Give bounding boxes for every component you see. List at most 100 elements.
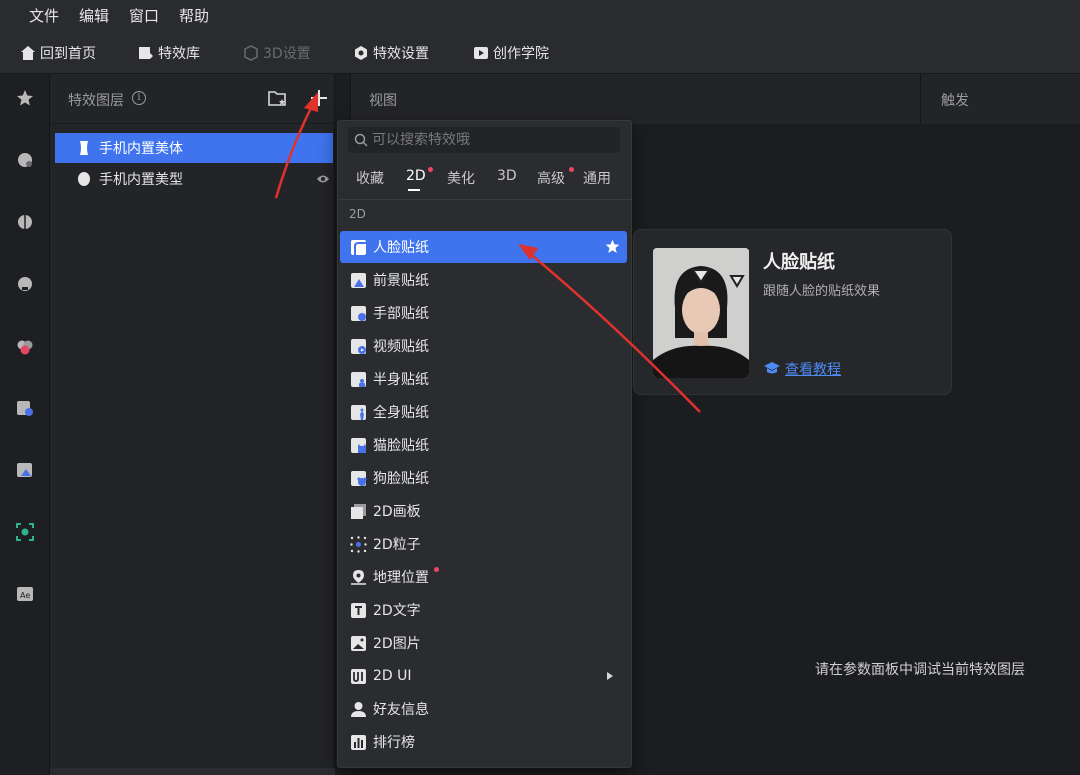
menu-item-label: 前景贴纸 [373, 273, 429, 289]
library-icon [139, 47, 153, 59]
tabs-divider [338, 199, 631, 200]
ui-icon [351, 668, 366, 684]
layers-title: 特效图层 [68, 93, 124, 109]
layer-item-face-shape[interactable]: 手机内置美型 [55, 164, 333, 194]
video-sticker-icon [351, 338, 366, 354]
tab-general[interactable]: 通用 [583, 168, 611, 188]
menu-file[interactable]: 文件 [29, 5, 59, 26]
menu-item-video-sticker[interactable]: 视频贴纸 [340, 330, 627, 362]
menu-bar: 文件 编辑 窗口 帮助 [0, 0, 1080, 30]
face-shape-icon[interactable] [15, 212, 35, 232]
add-folder-icon[interactable] [268, 89, 288, 107]
ae-icon[interactable]: Ae [15, 584, 35, 604]
effect-settings-label: 特效设置 [373, 46, 429, 62]
menu-item-label: 地理位置 [373, 570, 429, 586]
fullbody-sticker-icon [351, 404, 366, 420]
menu-item-2d-text[interactable]: 2D文字 [340, 594, 627, 626]
friend-icon [351, 701, 366, 717]
sticker-icon[interactable] [15, 398, 35, 418]
menu-item-label: 排行榜 [373, 735, 415, 751]
tab-beautify[interactable]: 美化 [447, 168, 475, 188]
view-title: 视图 [369, 93, 397, 109]
home-icon [21, 46, 35, 60]
tab-advanced-badge [569, 167, 574, 172]
new-badge [434, 567, 439, 572]
face-beauty-icon[interactable] [15, 150, 35, 170]
academy-label: 创作学院 [493, 46, 549, 62]
filter-icon[interactable] [15, 336, 35, 356]
menu-item-friend-info[interactable]: 好友信息 [340, 693, 627, 725]
tutorial-link[interactable]: 查看教程 [763, 359, 841, 379]
menu-item-dogface-sticker[interactable]: 狗脸贴纸 [340, 462, 627, 494]
menu-item-ranking[interactable]: 排行榜 [340, 726, 627, 758]
3d-settings-button[interactable]: 3D设置 [243, 43, 311, 63]
makeup-icon[interactable] [15, 274, 35, 294]
menu-help[interactable]: 帮助 [179, 5, 209, 26]
menu-item-foreground-sticker[interactable]: 前景贴纸 [340, 264, 627, 296]
home-label: 回到首页 [40, 46, 96, 62]
favorite-star-icon[interactable] [604, 238, 621, 255]
ar-scan-icon[interactable] [15, 522, 35, 542]
effect-tabs: 收藏 2D 美化 3D 高级 通用 [338, 165, 633, 199]
menu-item-2d-canvas[interactable]: 2D画板 [340, 495, 627, 527]
home-button[interactable]: 回到首页 [20, 43, 96, 63]
parameter-hint: 请在参数面板中调试当前特效图层 [815, 662, 1025, 678]
face-icon [78, 172, 90, 186]
menu-item-label: 2D文字 [373, 603, 421, 619]
library-button[interactable]: 特效库 [138, 43, 200, 63]
layers-header: 特效图层 i [50, 74, 334, 124]
info-icon[interactable]: i [132, 91, 146, 105]
tutorial-link-label: 查看教程 [785, 362, 841, 378]
text-icon [351, 602, 366, 618]
layer-label: 手机内置美型 [99, 172, 183, 188]
preview-image [653, 248, 749, 378]
particle-icon [350, 535, 367, 553]
tab-advanced[interactable]: 高级 [537, 168, 565, 188]
add-layer-icon[interactable] [308, 87, 330, 109]
menu-item-label: 人脸贴纸 [373, 240, 429, 256]
graduation-cap-icon [764, 362, 780, 374]
search-input[interactable] [372, 132, 612, 148]
menu-item-label: 半身贴纸 [373, 372, 429, 388]
menu-item-halfbody-sticker[interactable]: 半身贴纸 [340, 363, 627, 395]
image-layer-icon[interactable] [15, 460, 35, 480]
view-panel-header: 视图 [350, 74, 920, 124]
active-tab-indicator [408, 189, 420, 191]
menu-item-label: 猫脸贴纸 [373, 438, 429, 454]
play-icon [474, 47, 488, 59]
effect-search[interactable] [348, 127, 620, 153]
menu-item-hand-sticker[interactable]: 手部贴纸 [340, 297, 627, 329]
layers-panel: 特效图层 i 手机内置美体 手机内置美型 [50, 74, 335, 775]
effect-settings-button[interactable]: 特效设置 [353, 43, 429, 63]
horizontal-scrollbar[interactable] [50, 768, 335, 775]
menu-item-location[interactable]: 地理位置 [340, 561, 627, 593]
submenu-arrow-icon [607, 672, 613, 680]
menu-item-2d-particle[interactable]: 2D粒子 [340, 528, 627, 560]
menu-window[interactable]: 窗口 [129, 5, 159, 26]
academy-button[interactable]: 创作学院 [473, 43, 549, 63]
3d-settings-label: 3D设置 [263, 46, 311, 62]
favorites-icon[interactable] [15, 88, 35, 108]
menu-item-face-sticker[interactable]: 人脸贴纸 [340, 231, 627, 263]
menu-item-label: 全身贴纸 [373, 405, 429, 421]
effect-preview-card: 人脸贴纸 跟随人脸的贴纸效果 查看教程 [633, 229, 952, 395]
section-label-2d: 2D [349, 207, 366, 221]
tab-2d[interactable]: 2D [406, 168, 426, 184]
menu-item-fullbody-sticker[interactable]: 全身贴纸 [340, 396, 627, 428]
menu-item-label: 2D画板 [373, 504, 421, 520]
eye-icon[interactable] [316, 173, 330, 185]
face-sticker-icon [351, 239, 366, 255]
tab-favorites[interactable]: 收藏 [356, 168, 384, 188]
menu-item-2d-ui[interactable]: 2D UI [340, 660, 627, 692]
layer-item-body[interactable]: 手机内置美体 [55, 133, 333, 163]
left-sidebar: Ae [0, 74, 50, 775]
halfbody-sticker-icon [351, 371, 366, 387]
canvas-icon [351, 503, 366, 519]
menu-item-2d-image[interactable]: 2D图片 [340, 627, 627, 659]
menu-edit[interactable]: 编辑 [79, 5, 109, 26]
menu-item-catface-sticker[interactable]: 猫脸贴纸 [340, 429, 627, 461]
preview-description: 跟随人脸的贴纸效果 [763, 284, 881, 299]
menu-item-label: 好友信息 [373, 702, 429, 718]
menu-item-label: 2D粒子 [373, 537, 421, 553]
tab-3d[interactable]: 3D [497, 168, 517, 184]
